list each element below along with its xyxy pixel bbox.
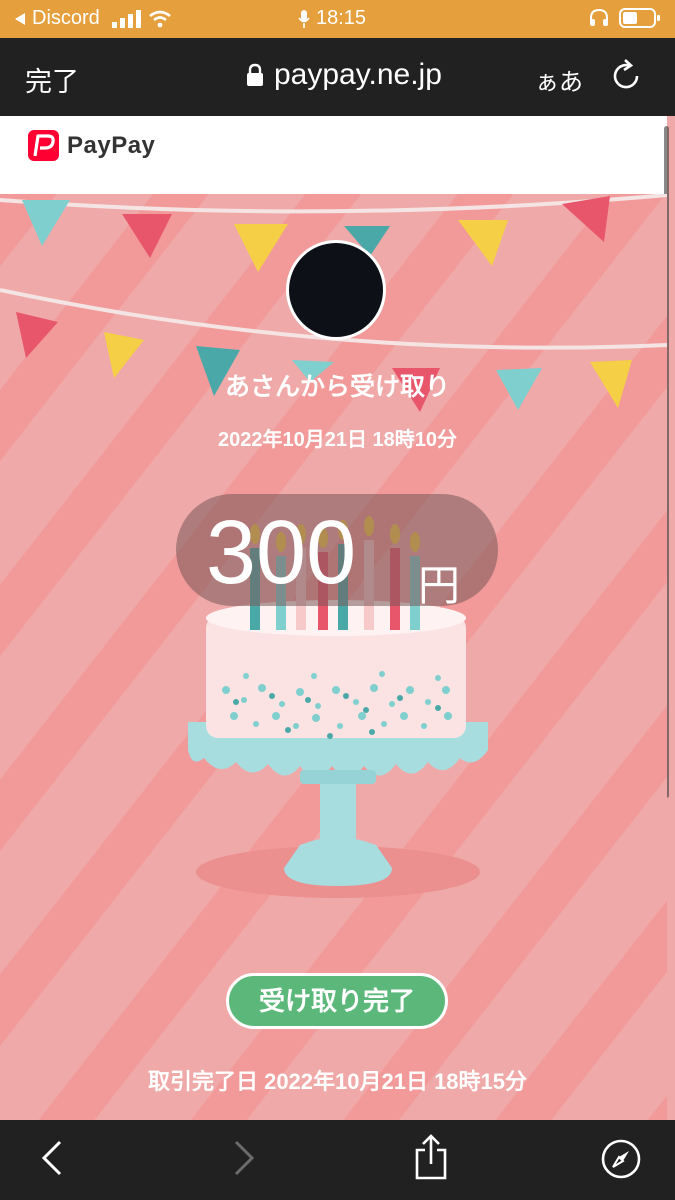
- chevron-right-icon[interactable]: [232, 1138, 256, 1178]
- microphone-icon: [298, 9, 310, 28]
- browser-bar: 完了 paypay.ne.jp ぁあ: [0, 38, 675, 116]
- sent-date: 2022年10月21日 18時10分: [217, 429, 458, 451]
- page-header: PayPay: [0, 116, 667, 194]
- battery-icon: [619, 8, 660, 28]
- sender-text: あさんから受け取り: [224, 373, 450, 401]
- clock: 18:15: [316, 7, 367, 29]
- logo-text: PayPay: [67, 131, 156, 159]
- bottom-toolbar: [0, 1120, 675, 1200]
- status-bar: Discord 18:15: [0, 0, 675, 38]
- text-size-button[interactable]: ぁあ: [535, 62, 583, 97]
- url-text: paypay.ne.jp: [274, 58, 442, 91]
- done-button[interactable]: 完了: [25, 60, 79, 99]
- reload-icon[interactable]: [609, 58, 643, 94]
- headphones-icon: [590, 9, 608, 26]
- completed-date: 取引完了日 2022年10月21日 18時15分: [147, 1069, 528, 1094]
- signal-icon: [111, 9, 141, 28]
- paypay-logo: PayPay: [28, 130, 155, 161]
- back-to-app[interactable]: Discord: [14, 7, 172, 30]
- address-bar[interactable]: paypay.ne.jp: [246, 58, 442, 92]
- lock-icon: [247, 63, 263, 86]
- compass-icon[interactable]: [600, 1138, 642, 1180]
- avatar: [286, 240, 386, 340]
- back-arrow-icon: [15, 12, 25, 25]
- back-app-label: Discord: [32, 7, 100, 29]
- currency-label: 円: [418, 562, 461, 609]
- status-badge: 受け取り完了: [226, 973, 448, 1029]
- wifi-icon: [148, 10, 171, 27]
- amount-value: 300: [206, 503, 357, 603]
- chevron-left-icon[interactable]: [40, 1138, 64, 1178]
- share-icon[interactable]: [414, 1134, 448, 1180]
- paypay-logo-icon: [28, 130, 59, 161]
